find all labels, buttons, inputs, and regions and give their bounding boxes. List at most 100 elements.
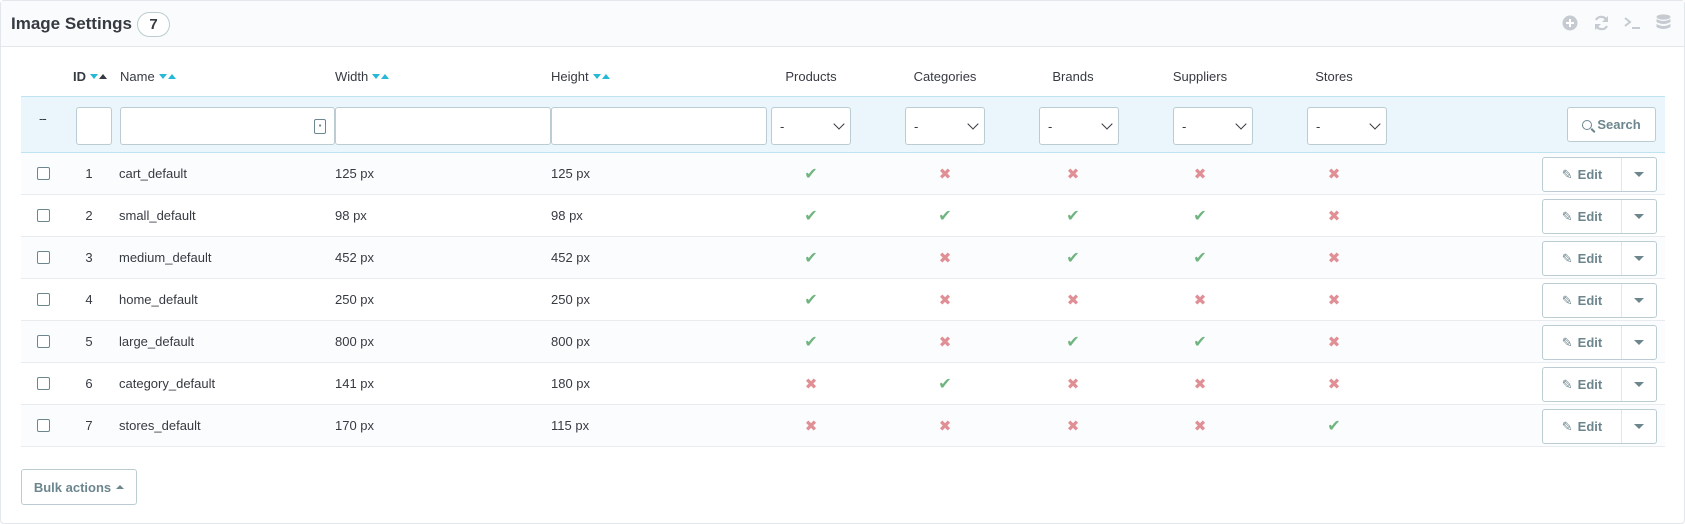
col-name-header[interactable]: Name xyxy=(120,57,176,96)
cell-stores[interactable]: ✖ xyxy=(1294,279,1374,320)
refresh-icon[interactable] xyxy=(1592,13,1610,33)
check-icon[interactable]: ✔ xyxy=(1193,332,1206,352)
row-checkbox[interactable] xyxy=(37,363,50,404)
check-icon[interactable]: ✔ xyxy=(1193,206,1206,226)
cross-icon[interactable]: ✖ xyxy=(1328,375,1341,393)
database-icon[interactable] xyxy=(1654,13,1672,33)
cell-suppliers[interactable]: ✖ xyxy=(1160,363,1240,404)
cell-products[interactable]: ✔ xyxy=(771,195,851,236)
cross-icon[interactable]: ✖ xyxy=(1067,375,1080,393)
cell-suppliers[interactable]: ✔ xyxy=(1160,195,1240,236)
edit-button[interactable]: ✎ Edit xyxy=(1543,284,1622,317)
cell-suppliers[interactable]: ✔ xyxy=(1160,321,1240,362)
terminal-icon[interactable] xyxy=(1623,13,1641,33)
search-button[interactable]: Search xyxy=(1567,107,1656,142)
row-actions-dropdown[interactable] xyxy=(1622,242,1656,275)
row-actions-dropdown[interactable] xyxy=(1622,368,1656,401)
cross-icon[interactable]: ✖ xyxy=(1067,291,1080,309)
edit-button[interactable]: ✎ Edit xyxy=(1543,158,1622,191)
cell-suppliers[interactable]: ✖ xyxy=(1160,279,1240,320)
filter-products-select[interactable]: - xyxy=(771,107,851,145)
cell-suppliers[interactable]: ✖ xyxy=(1160,405,1240,446)
check-icon[interactable]: ✔ xyxy=(1066,248,1079,268)
cell-stores[interactable]: ✖ xyxy=(1294,195,1374,236)
cell-brands[interactable]: ✖ xyxy=(1033,153,1113,194)
row-checkbox[interactable] xyxy=(37,405,50,446)
cell-categories[interactable]: ✖ xyxy=(901,153,989,194)
cell-products[interactable]: ✔ xyxy=(771,153,851,194)
cell-stores[interactable]: ✖ xyxy=(1294,237,1374,278)
cell-categories[interactable]: ✖ xyxy=(901,237,989,278)
cell-suppliers[interactable]: ✔ xyxy=(1160,237,1240,278)
cell-products[interactable]: ✔ xyxy=(771,279,851,320)
col-width-header[interactable]: Width xyxy=(335,57,390,96)
cross-icon[interactable]: ✖ xyxy=(1328,291,1341,309)
sort-height-icon[interactable] xyxy=(592,74,610,79)
cross-icon[interactable]: ✖ xyxy=(805,375,818,393)
cell-products[interactable]: ✖ xyxy=(771,363,851,404)
filter-id-input[interactable] xyxy=(76,107,112,145)
cross-icon[interactable]: ✖ xyxy=(1194,417,1207,435)
checkbox[interactable] xyxy=(37,419,50,432)
cell-stores[interactable]: ✔ xyxy=(1294,405,1374,446)
row-checkbox[interactable] xyxy=(37,321,50,362)
cross-icon[interactable]: ✖ xyxy=(805,417,818,435)
cross-icon[interactable]: ✖ xyxy=(1067,165,1080,183)
cross-icon[interactable]: ✖ xyxy=(1328,207,1341,225)
cross-icon[interactable]: ✖ xyxy=(1328,333,1341,351)
cell-products[interactable]: ✔ xyxy=(771,237,851,278)
cell-products[interactable]: ✔ xyxy=(771,321,851,362)
col-height-header[interactable]: Height xyxy=(551,57,610,96)
check-icon[interactable]: ✔ xyxy=(804,206,817,226)
check-icon[interactable]: ✔ xyxy=(1327,416,1340,436)
cell-brands[interactable]: ✔ xyxy=(1033,195,1113,236)
add-icon[interactable] xyxy=(1561,13,1579,33)
cell-suppliers[interactable]: ✖ xyxy=(1160,153,1240,194)
checkbox[interactable] xyxy=(37,293,50,306)
col-id-header[interactable]: ID xyxy=(73,57,107,96)
cell-stores[interactable]: ✖ xyxy=(1294,153,1374,194)
cell-categories[interactable]: ✔ xyxy=(901,363,989,404)
sort-id-icon[interactable] xyxy=(90,74,107,79)
check-icon[interactable]: ✔ xyxy=(804,164,817,184)
cell-categories[interactable]: ✖ xyxy=(901,279,989,320)
cross-icon[interactable]: ✖ xyxy=(1067,417,1080,435)
edit-button[interactable]: ✎ Edit xyxy=(1543,200,1622,233)
cell-brands[interactable]: ✖ xyxy=(1033,405,1113,446)
row-checkbox[interactable] xyxy=(37,195,50,236)
filter-stores-select[interactable]: - xyxy=(1307,107,1387,145)
cell-categories[interactable]: ✖ xyxy=(901,321,989,362)
checkbox[interactable] xyxy=(37,167,50,180)
filter-suppliers-select[interactable]: - xyxy=(1173,107,1253,145)
row-checkbox[interactable] xyxy=(37,237,50,278)
checkbox[interactable] xyxy=(37,209,50,222)
cell-stores[interactable]: ✖ xyxy=(1294,321,1374,362)
cell-categories[interactable]: ✖ xyxy=(901,405,989,446)
cell-stores[interactable]: ✖ xyxy=(1294,363,1374,404)
sort-name-icon[interactable] xyxy=(158,74,176,79)
cross-icon[interactable]: ✖ xyxy=(939,249,952,267)
filter-width-input[interactable] xyxy=(335,107,551,145)
cell-categories[interactable]: ✔ xyxy=(901,195,989,236)
row-actions-dropdown[interactable] xyxy=(1622,326,1656,359)
edit-button[interactable]: ✎ Edit xyxy=(1543,368,1622,401)
check-icon[interactable]: ✔ xyxy=(804,248,817,268)
cross-icon[interactable]: ✖ xyxy=(939,417,952,435)
row-actions-dropdown[interactable] xyxy=(1622,284,1656,317)
cell-brands[interactable]: ✖ xyxy=(1033,363,1113,404)
row-actions-dropdown[interactable] xyxy=(1622,410,1656,443)
cell-brands[interactable]: ✖ xyxy=(1033,279,1113,320)
cross-icon[interactable]: ✖ xyxy=(939,291,952,309)
check-icon[interactable]: ✔ xyxy=(804,332,817,352)
check-icon[interactable]: ✔ xyxy=(804,290,817,310)
edit-button[interactable]: ✎ Edit xyxy=(1543,242,1622,275)
checkbox[interactable] xyxy=(37,251,50,264)
checkbox[interactable] xyxy=(37,335,50,348)
cell-brands[interactable]: ✔ xyxy=(1033,237,1113,278)
check-icon[interactable]: ✔ xyxy=(1066,206,1079,226)
bulk-actions-button[interactable]: Bulk actions xyxy=(21,469,137,505)
check-icon[interactable]: ✔ xyxy=(1066,332,1079,352)
row-checkbox[interactable] xyxy=(37,153,50,194)
cross-icon[interactable]: ✖ xyxy=(1194,375,1207,393)
cell-products[interactable]: ✖ xyxy=(771,405,851,446)
